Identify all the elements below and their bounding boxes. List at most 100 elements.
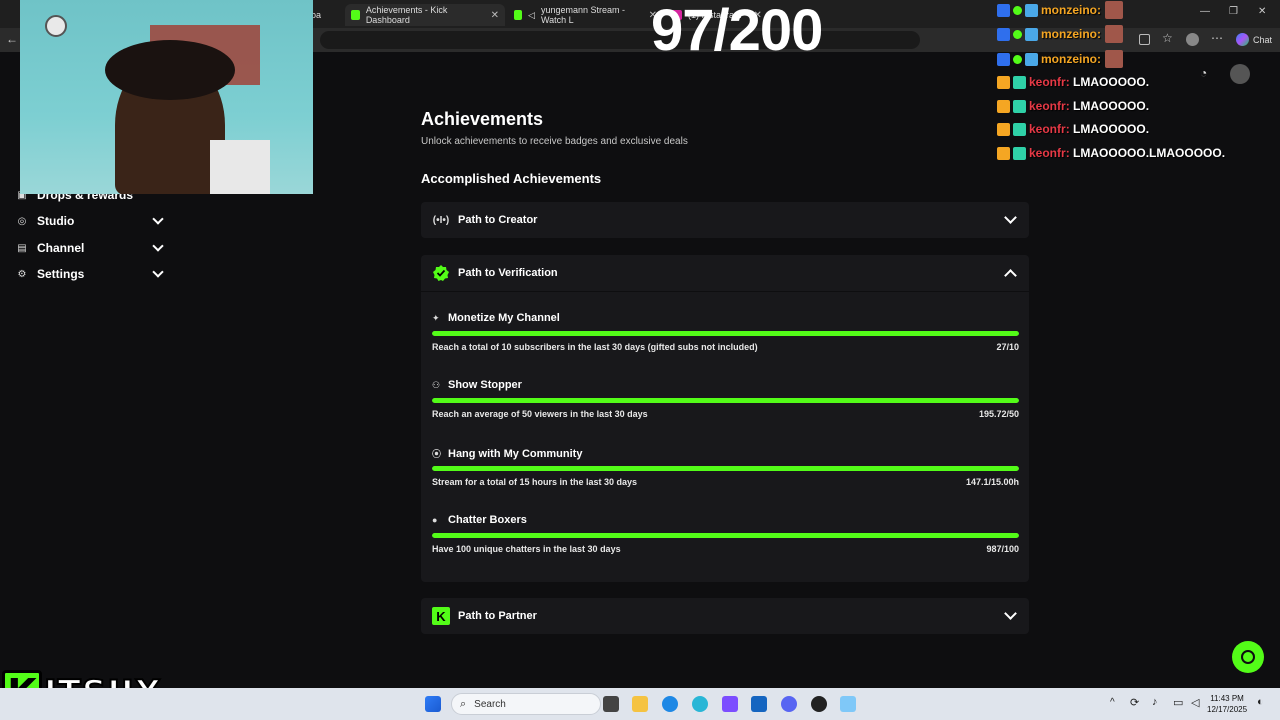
speaker-icon: ◁ bbox=[528, 9, 535, 20]
progress-bar bbox=[432, 398, 1019, 403]
sparkle-icon: ✦ bbox=[432, 312, 440, 323]
verified-check-icon bbox=[432, 264, 450, 282]
emote-image bbox=[1105, 1, 1123, 19]
group-header[interactable]: (•I•) Path to Creator bbox=[421, 202, 1029, 238]
app-icon[interactable] bbox=[840, 696, 856, 712]
sidebar-item-studio[interactable]: ◎ Studio bbox=[16, 211, 164, 231]
url-field[interactable] bbox=[320, 31, 920, 49]
sparkle-badge-icon bbox=[1013, 54, 1022, 64]
store-icon[interactable] bbox=[751, 696, 767, 712]
window-close-icon[interactable]: ✕ bbox=[1258, 6, 1266, 17]
chat-username: monzeino bbox=[1041, 3, 1097, 17]
achievement-title: Monetize My Channel bbox=[448, 312, 560, 324]
notification-bell-icon[interactable]: ◐ bbox=[1257, 696, 1264, 708]
achievement-title: Chatter Boxers bbox=[448, 514, 527, 526]
emote-image bbox=[1105, 50, 1123, 68]
achievement-value: 147.1/15.00h bbox=[965, 477, 1019, 487]
sidebar-item-settings[interactable]: ⚙ Settings bbox=[16, 264, 164, 284]
kick-favicon-icon bbox=[351, 10, 360, 20]
channel-icon: ▤ bbox=[17, 242, 27, 254]
gem-badge-icon bbox=[1025, 52, 1038, 66]
windows-start-icon[interactable] bbox=[425, 696, 441, 712]
achievement-description: Reach a total of 10 subscribers in the l… bbox=[432, 342, 758, 352]
app-icon[interactable] bbox=[692, 696, 708, 712]
tab-achievements[interactable]: Achievements - Kick Dashboard ✕ bbox=[345, 4, 505, 26]
copilot-icon bbox=[1235, 33, 1249, 46]
achievement-value: 195.72/50 bbox=[978, 409, 1019, 419]
sparkle-badge-icon bbox=[1013, 29, 1022, 39]
chevron-up-icon bbox=[1004, 269, 1017, 282]
sync-icon[interactable]: ⟳ bbox=[1130, 696, 1139, 709]
badge-icon bbox=[997, 52, 1010, 66]
maximize-icon[interactable]: ❐ bbox=[1229, 6, 1238, 17]
subscriber-badge-icon bbox=[1013, 75, 1026, 89]
search-placeholder: Search bbox=[474, 698, 506, 710]
hair-image bbox=[105, 40, 235, 100]
group-header[interactable]: K Path to Partner bbox=[421, 598, 1029, 634]
achievement-value: 987/100 bbox=[986, 544, 1019, 554]
favorites-icon[interactable]: ☆ bbox=[1162, 31, 1173, 45]
headset-icon bbox=[1241, 650, 1255, 664]
progress-bar bbox=[432, 331, 1019, 336]
minimize-icon[interactable]: — bbox=[1200, 6, 1210, 17]
sparkle-badge-icon bbox=[1013, 5, 1022, 15]
edge-browser-icon[interactable] bbox=[662, 696, 678, 712]
broadcast-icon: (•I•) bbox=[432, 214, 450, 226]
achievement-value: 27/10 bbox=[996, 342, 1019, 352]
notifications-icon[interactable]: ◔ bbox=[1200, 66, 1207, 80]
subscriber-badge-icon bbox=[1013, 122, 1026, 136]
microphone-icon[interactable]: ♪ bbox=[1152, 696, 1158, 708]
user-avatar[interactable] bbox=[1230, 64, 1250, 84]
achievement-description: Have 100 unique chatters in the last 30 … bbox=[432, 544, 621, 554]
clock-time: 11:43 PM bbox=[1210, 694, 1244, 703]
more-menu-icon[interactable]: ⋯ bbox=[1211, 31, 1223, 45]
back-icon[interactable]: ← bbox=[6, 32, 18, 46]
copilot-chat-button[interactable]: Chat bbox=[1235, 33, 1272, 46]
chat-username: monzeino bbox=[1041, 27, 1097, 41]
support-chat-button[interactable] bbox=[1232, 641, 1264, 673]
chat-username: keonfr bbox=[1029, 99, 1066, 113]
gear-icon: ⚙ bbox=[17, 268, 27, 280]
chevron-up-icon[interactable]: ^ bbox=[1110, 697, 1115, 708]
achievement-group-verification: Path to Verification ✦ Monetize My Channe… bbox=[421, 255, 1029, 582]
page-title: Achievements bbox=[421, 109, 544, 129]
taskbar-search[interactable]: ⌕ Search bbox=[451, 693, 601, 715]
app-icon[interactable] bbox=[722, 696, 738, 712]
discord-icon[interactable] bbox=[781, 696, 797, 712]
crown-badge-icon bbox=[997, 99, 1010, 113]
file-explorer-icon[interactable] bbox=[632, 696, 648, 712]
crown-badge-icon bbox=[997, 75, 1010, 89]
sidebar-item-channel[interactable]: ▤ Channel bbox=[16, 238, 164, 258]
chat-message: monzeino: bbox=[997, 49, 1123, 69]
chat-text: LMAOOOOO.LMAOOOOO. bbox=[1073, 146, 1226, 160]
sidebar-item-label: Studio bbox=[37, 214, 75, 228]
group-header[interactable]: Path to Verification bbox=[421, 255, 1029, 291]
chat-message: keonfr: LMAOOOOO. bbox=[997, 96, 1149, 116]
chevron-down-icon bbox=[152, 266, 164, 278]
chat-message: keonfr: LMAOOOOO. bbox=[997, 119, 1149, 139]
close-icon[interactable]: ✕ bbox=[491, 10, 499, 21]
chevron-down-icon bbox=[1004, 211, 1017, 224]
obs-icon[interactable] bbox=[811, 696, 827, 712]
tab-label: yungemann Stream - Watch L bbox=[540, 5, 625, 25]
chat-username: keonfr bbox=[1029, 122, 1066, 136]
emote-image bbox=[1105, 25, 1123, 43]
people-icon: ⚇ bbox=[432, 379, 441, 390]
windows-taskbar: ⌕ Search ^ ⟳ ♪ ▭ ◁ 11:43 PM 12/17/2025 ◐ bbox=[0, 688, 1280, 720]
extensions-icon[interactable] bbox=[1139, 34, 1150, 45]
profile-avatar-icon[interactable] bbox=[1186, 33, 1199, 46]
progress-fill bbox=[432, 466, 1019, 471]
sidebar-item-label: Channel bbox=[37, 241, 85, 255]
achievement-title: Hang with My Community bbox=[448, 447, 583, 460]
chat-username: keonfr bbox=[1029, 75, 1066, 89]
network-icon[interactable]: ▭ bbox=[1173, 696, 1183, 709]
taskbar-clock[interactable]: 11:43 PM 12/17/2025 bbox=[1207, 693, 1247, 715]
crown-badge-icon bbox=[997, 146, 1010, 160]
volume-icon[interactable]: ◁ bbox=[1191, 696, 1199, 709]
task-view-icon[interactable] bbox=[603, 696, 619, 712]
subscriber-badge-icon bbox=[1013, 146, 1026, 160]
tab-label: Achievements - Kick Dashboard bbox=[365, 5, 448, 25]
divider bbox=[421, 291, 1029, 292]
tab-stream[interactable]: ◁ yungemann Stream - Watch L ✕ bbox=[508, 4, 663, 26]
section-title: Accomplished Achievements bbox=[421, 171, 602, 186]
